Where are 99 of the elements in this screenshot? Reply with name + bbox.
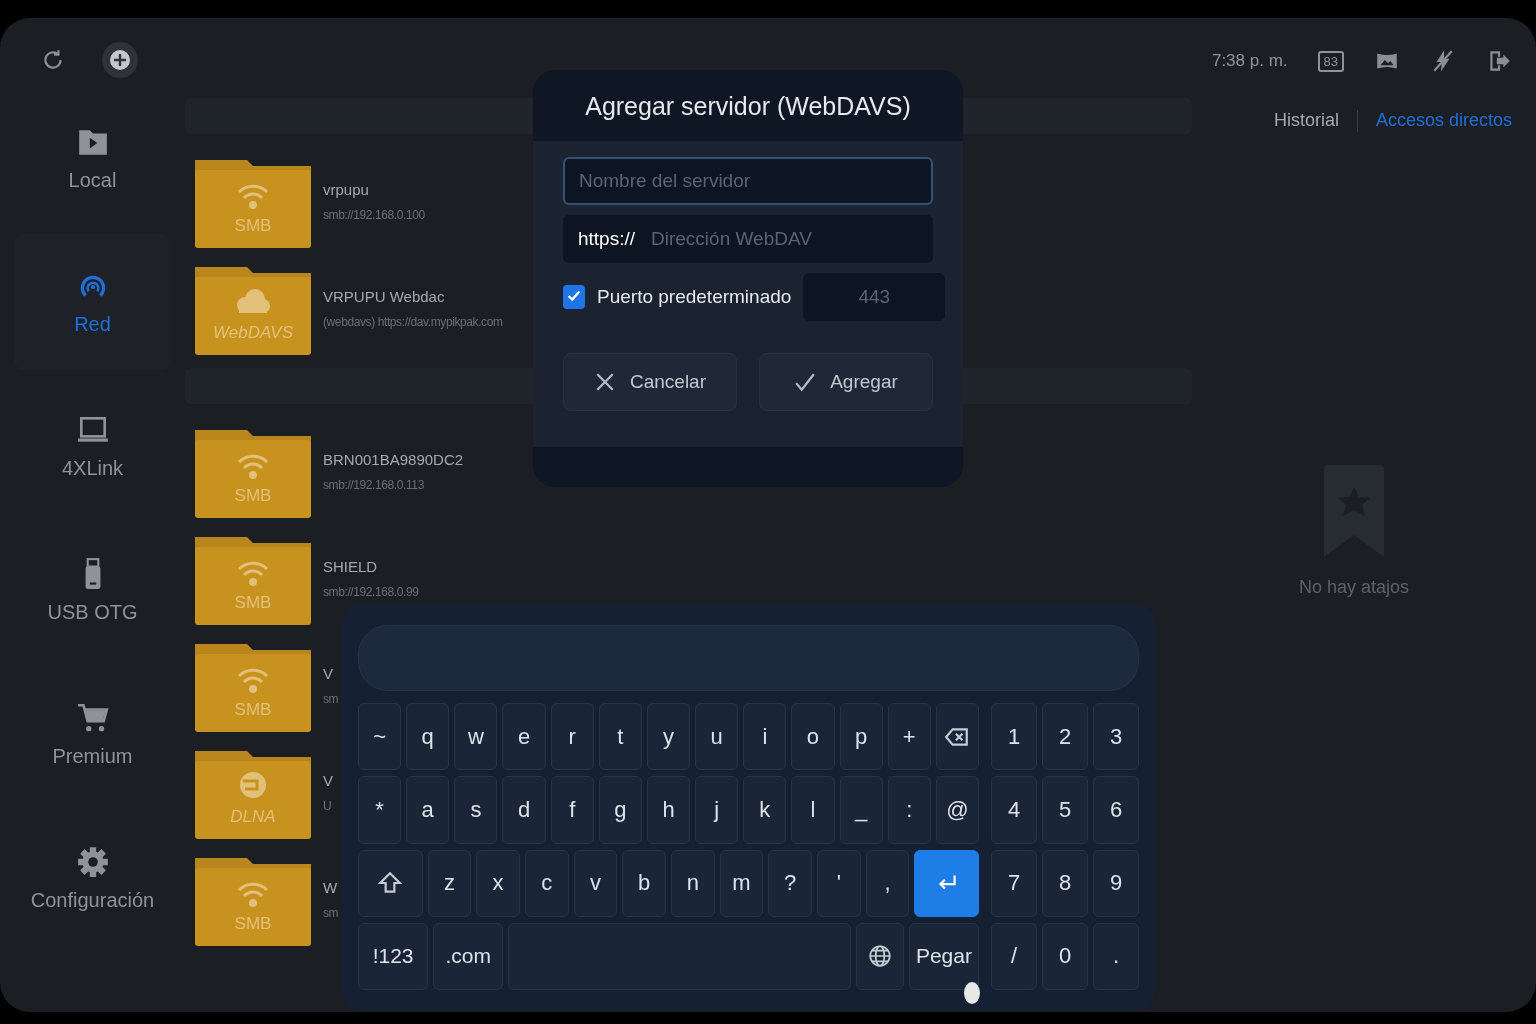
key[interactable]: a bbox=[406, 776, 450, 844]
server-name-field[interactable]: Nombre del servidor bbox=[563, 157, 933, 205]
key[interactable]: ? bbox=[768, 849, 813, 917]
port-field[interactable]: 443 bbox=[803, 273, 946, 321]
empty-message: No hay atajos bbox=[1298, 577, 1410, 598]
enter-key[interactable] bbox=[914, 849, 979, 917]
key[interactable]: , bbox=[865, 849, 910, 917]
key[interactable]: * bbox=[358, 776, 402, 844]
globe-icon bbox=[867, 943, 894, 970]
key[interactable]: 3 bbox=[1093, 703, 1139, 771]
key[interactable]: 7 bbox=[991, 849, 1037, 917]
key[interactable]: !123 bbox=[358, 922, 429, 990]
key[interactable]: 2 bbox=[1042, 703, 1088, 771]
key[interactable]: y bbox=[646, 703, 691, 771]
tab[interactable]: Accesos directos bbox=[1375, 106, 1512, 135]
server-name: SHIELD bbox=[323, 558, 379, 575]
key[interactable]: ~ bbox=[358, 703, 402, 771]
dialog-button[interactable]: Cancelar bbox=[563, 353, 737, 411]
key[interactable]: q bbox=[406, 703, 450, 771]
settings-icon bbox=[75, 844, 110, 879]
folder-label: SMB bbox=[233, 485, 273, 506]
key[interactable]: t bbox=[598, 703, 642, 771]
key[interactable]: . bbox=[1093, 922, 1139, 990]
server-address: smb://192.168.0.113 bbox=[323, 478, 425, 492]
server-address: (webdavs) https://dav.mypikpak.com bbox=[323, 315, 503, 329]
battery-indicator: 83 bbox=[1317, 50, 1344, 72]
folder-label: SMB bbox=[233, 699, 273, 720]
key[interactable]: u bbox=[695, 703, 739, 771]
key[interactable]: + bbox=[887, 703, 931, 771]
server-address: sm bbox=[323, 906, 339, 920]
backspace-key[interactable] bbox=[935, 703, 980, 771]
key[interactable]: k bbox=[743, 776, 787, 844]
key[interactable]: g bbox=[598, 776, 642, 844]
dialog-button[interactable]: Agregar bbox=[759, 353, 933, 411]
key[interactable]: .com bbox=[433, 922, 504, 990]
key[interactable]: 0 bbox=[1042, 922, 1088, 990]
sidebar-item[interactable]: Premium bbox=[14, 666, 171, 802]
server-address: sm bbox=[323, 692, 339, 706]
key[interactable]: n bbox=[670, 849, 715, 917]
folder-label: SMB bbox=[233, 215, 273, 236]
key[interactable]: p bbox=[839, 703, 883, 771]
folder-label: SMB bbox=[233, 592, 273, 613]
shift-key[interactable] bbox=[358, 849, 423, 917]
key[interactable]: 1 bbox=[991, 703, 1037, 771]
server-address: smb://192.168.0.100 bbox=[323, 208, 425, 222]
checkbox[interactable] bbox=[563, 285, 585, 309]
sidebar-item[interactable]: Configuración bbox=[14, 810, 171, 946]
key[interactable]: / bbox=[991, 922, 1037, 990]
key[interactable]: c bbox=[524, 849, 569, 917]
tab[interactable]: Historial bbox=[1273, 106, 1339, 135]
key[interactable]: v bbox=[573, 849, 618, 917]
url-prefix: https:// bbox=[578, 228, 636, 250]
url-input[interactable]: Dirección WebDAV bbox=[649, 227, 918, 251]
folder-label: DLNA bbox=[229, 806, 277, 827]
key[interactable]: s bbox=[454, 776, 498, 844]
key[interactable]: m bbox=[719, 849, 764, 917]
key[interactable]: : bbox=[887, 776, 931, 844]
key[interactable]: l bbox=[791, 776, 835, 844]
sidebar-item[interactable]: USB OTG bbox=[14, 522, 171, 658]
key[interactable]: @ bbox=[935, 776, 980, 844]
key[interactable]: i bbox=[743, 703, 787, 771]
sidebar-item[interactable]: 4XLink bbox=[14, 378, 171, 514]
server-address: U bbox=[323, 799, 333, 813]
key[interactable]: b bbox=[622, 849, 666, 917]
key[interactable]: r bbox=[550, 703, 594, 771]
key[interactable]: j bbox=[695, 776, 739, 844]
server-name: BRN001BA9890DC2 bbox=[323, 451, 464, 468]
url-field[interactable]: https:// Dirección WebDAV bbox=[563, 215, 933, 263]
key[interactable]: 8 bbox=[1042, 849, 1088, 917]
key[interactable]: _ bbox=[839, 776, 883, 844]
key[interactable]: z bbox=[427, 849, 472, 917]
folder-label: WebDAVS bbox=[212, 322, 294, 343]
server-name: VRPUPU Webdac bbox=[323, 288, 446, 305]
key[interactable]: o bbox=[791, 703, 835, 771]
key[interactable]: 9 bbox=[1093, 849, 1139, 917]
key[interactable]: f bbox=[550, 776, 594, 844]
dialog-title: Agregar servidor (WebDAVS) bbox=[533, 70, 963, 141]
server-name: V bbox=[323, 772, 333, 789]
key[interactable]: 6 bbox=[1093, 776, 1139, 844]
key[interactable]: Pegar bbox=[908, 922, 979, 990]
server-name: vrpupu bbox=[323, 181, 370, 198]
language-key[interactable] bbox=[856, 922, 904, 990]
key[interactable]: 5 bbox=[1042, 776, 1088, 844]
key[interactable]: x bbox=[476, 849, 520, 917]
checkbox-label: Puerto predeterminado bbox=[597, 286, 792, 308]
key[interactable]: 4 bbox=[991, 776, 1037, 844]
key[interactable]: h bbox=[646, 776, 691, 844]
folder-label: SMB bbox=[233, 913, 273, 934]
add-icon[interactable] bbox=[102, 42, 138, 78]
sidebar-item[interactable]: Local bbox=[14, 90, 171, 226]
server-name: V bbox=[323, 665, 334, 682]
server-name: W bbox=[323, 879, 339, 896]
checkmark-icon bbox=[794, 371, 817, 393]
key[interactable]: e bbox=[502, 703, 546, 771]
clock-time: 7:38 p. m. bbox=[1211, 51, 1288, 71]
key[interactable]: d bbox=[502, 776, 546, 844]
key[interactable]: w bbox=[454, 703, 498, 771]
key[interactable]: ' bbox=[817, 849, 861, 917]
server-address: smb://192.168.0.99 bbox=[323, 585, 419, 599]
